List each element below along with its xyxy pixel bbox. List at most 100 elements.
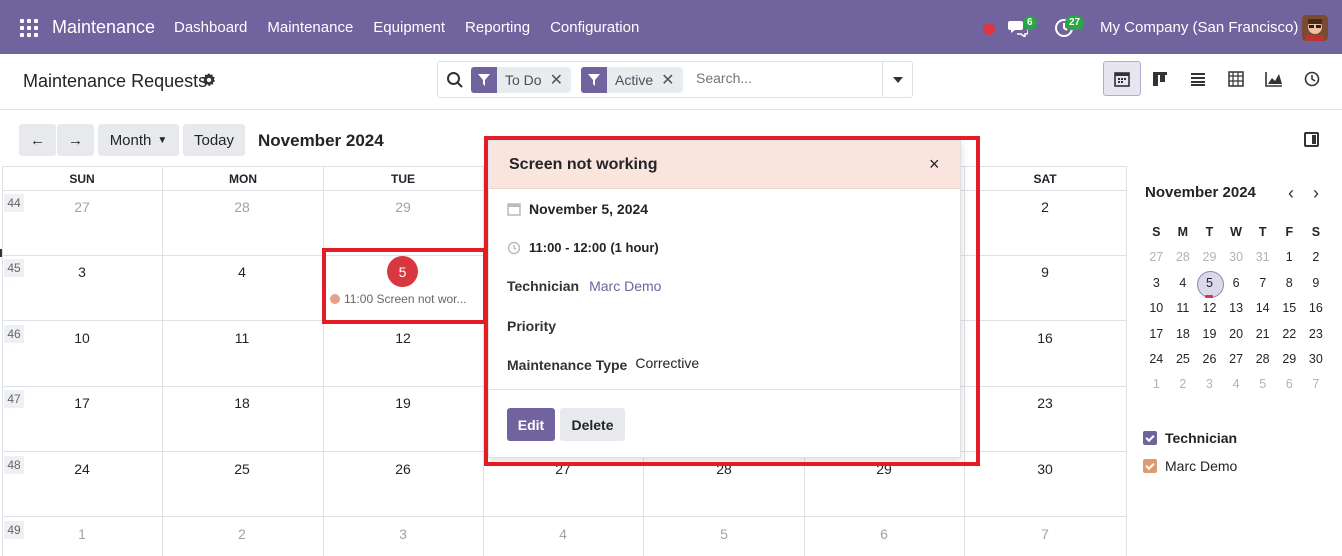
user-avatar[interactable] (1302, 15, 1328, 41)
scale-dropdown[interactable]: Month ▼ (98, 124, 179, 156)
mini-day[interactable]: 31 (1249, 245, 1276, 270)
day-cell[interactable]: 19 (383, 395, 423, 411)
search-input[interactable] (696, 70, 876, 86)
mini-day[interactable]: 3 (1143, 271, 1170, 296)
mini-day[interactable]: 10 (1143, 296, 1170, 321)
close-icon[interactable]: ✕ (661, 70, 682, 90)
mini-day[interactable]: 24 (1143, 347, 1170, 372)
checkbox-icon[interactable] (1143, 431, 1157, 445)
mini-day[interactable]: 3 (1196, 372, 1223, 397)
mini-day[interactable]: 21 (1249, 322, 1276, 347)
day-cell[interactable]: 9 (1025, 264, 1065, 280)
day-cell[interactable]: 2 (1025, 199, 1065, 215)
mini-day[interactable]: 20 (1223, 322, 1250, 347)
graph-view-icon[interactable] (1255, 61, 1293, 96)
mini-day[interactable]: 7 (1249, 271, 1276, 296)
day-cell[interactable]: 10 (62, 330, 102, 346)
day-cell[interactable]: 3 (62, 264, 102, 280)
day-cell[interactable]: 23 (1025, 395, 1065, 411)
app-name[interactable]: Maintenance (52, 17, 155, 38)
next-button[interactable]: → (57, 124, 94, 156)
mini-day[interactable]: 9 (1303, 271, 1330, 296)
day-cell[interactable]: 30 (1025, 461, 1065, 477)
mini-day[interactable]: 2 (1303, 245, 1330, 270)
mini-day[interactable]: 23 (1303, 322, 1330, 347)
mini-day[interactable]: 5 (1249, 372, 1276, 397)
day-cell[interactable]: 11 (222, 330, 262, 346)
list-view-icon[interactable] (1179, 61, 1217, 96)
day-cell[interactable]: 4 (222, 264, 262, 280)
mini-day[interactable]: 4 (1170, 271, 1197, 296)
mini-day[interactable]: 17 (1143, 322, 1170, 347)
mini-day[interactable]: 1 (1143, 372, 1170, 397)
mini-day[interactable]: 22 (1276, 322, 1303, 347)
mini-day[interactable]: 4 (1223, 372, 1250, 397)
day-cell[interactable]: 24 (62, 461, 102, 477)
search-icon[interactable] (446, 71, 464, 89)
menu-equipment[interactable]: Equipment (373, 19, 445, 36)
mini-day[interactable]: 27 (1143, 245, 1170, 270)
day-cell[interactable]: 6 (864, 526, 904, 542)
today-button[interactable]: Today (183, 124, 245, 156)
day-cell[interactable]: 7 (1025, 526, 1065, 542)
gear-icon[interactable] (202, 73, 216, 87)
mini-day[interactable]: 25 (1170, 347, 1197, 372)
close-icon[interactable]: ✕ (550, 70, 571, 90)
day-cell[interactable]: 29 (383, 199, 423, 215)
sidebar-toggle-icon[interactable] (1304, 132, 1319, 147)
day-cell[interactable]: 27 (62, 199, 102, 215)
calendar-view-icon[interactable] (1103, 61, 1141, 96)
mini-day[interactable]: 27 (1223, 347, 1250, 372)
menu-reporting[interactable]: Reporting (465, 19, 530, 36)
mini-day[interactable]: 29 (1276, 347, 1303, 372)
mini-day[interactable]: 29 (1196, 245, 1223, 270)
mini-day[interactable]: 8 (1276, 271, 1303, 296)
mini-day[interactable]: 30 (1303, 347, 1330, 372)
day-cell[interactable]: 4 (543, 526, 583, 542)
company-switcher[interactable]: My Company (San Francisco) (1100, 19, 1298, 36)
mini-day[interactable]: 1 (1276, 245, 1303, 270)
kanban-view-icon[interactable] (1141, 61, 1179, 96)
mini-day[interactable]: 28 (1170, 245, 1197, 270)
mini-day[interactable]: 2 (1170, 372, 1197, 397)
day-cell[interactable]: 1 (62, 526, 102, 542)
mini-day[interactable]: 13 (1223, 296, 1250, 321)
mini-day[interactable]: 19 (1196, 322, 1223, 347)
status-indicator-icon[interactable] (983, 23, 995, 35)
menu-configuration[interactable]: Configuration (550, 19, 639, 36)
day-cell[interactable]: 25 (222, 461, 262, 477)
search-dropdown-toggle[interactable] (882, 62, 912, 97)
mini-day[interactable]: 28 (1249, 347, 1276, 372)
filter-item-marc-demo[interactable]: Marc Demo (1143, 458, 1237, 474)
facet-todo[interactable]: To Do ✕ (471, 67, 571, 93)
chevron-left-icon[interactable]: ‹ (1288, 183, 1294, 204)
mini-day[interactable]: 12 (1196, 296, 1223, 321)
day-cell[interactable]: 17 (62, 395, 102, 411)
menu-maintenance[interactable]: Maintenance (267, 19, 353, 36)
day-cell[interactable]: 26 (383, 461, 423, 477)
mini-day[interactable]: 26 (1196, 347, 1223, 372)
checkbox-icon[interactable] (1143, 459, 1157, 473)
activity-view-icon[interactable] (1293, 61, 1331, 96)
facet-active[interactable]: Active ✕ (581, 67, 683, 93)
apps-menu-icon[interactable] (20, 19, 38, 37)
mini-day[interactable]: 16 (1303, 296, 1330, 321)
mini-day[interactable]: 18 (1170, 322, 1197, 347)
day-cell[interactable]: 3 (383, 526, 423, 542)
mini-day[interactable]: 30 (1223, 245, 1250, 270)
mini-day[interactable]: 11 (1170, 296, 1197, 321)
day-cell[interactable]: 16 (1025, 330, 1065, 346)
day-cell[interactable]: 28 (222, 199, 262, 215)
menu-dashboard[interactable]: Dashboard (174, 19, 247, 36)
mini-day[interactable]: 7 (1303, 372, 1330, 397)
mini-day[interactable]: 14 (1249, 296, 1276, 321)
day-cell[interactable]: 2 (222, 526, 262, 542)
pivot-view-icon[interactable] (1217, 61, 1255, 96)
mini-day-selected[interactable]: 5 (1196, 270, 1224, 299)
mini-day[interactable]: 6 (1276, 372, 1303, 397)
chevron-right-icon[interactable]: › (1313, 183, 1319, 204)
mini-day[interactable]: 6 (1223, 271, 1250, 296)
mini-day[interactable]: 15 (1276, 296, 1303, 321)
prev-button[interactable]: ← (19, 124, 56, 156)
day-cell[interactable]: 18 (222, 395, 262, 411)
